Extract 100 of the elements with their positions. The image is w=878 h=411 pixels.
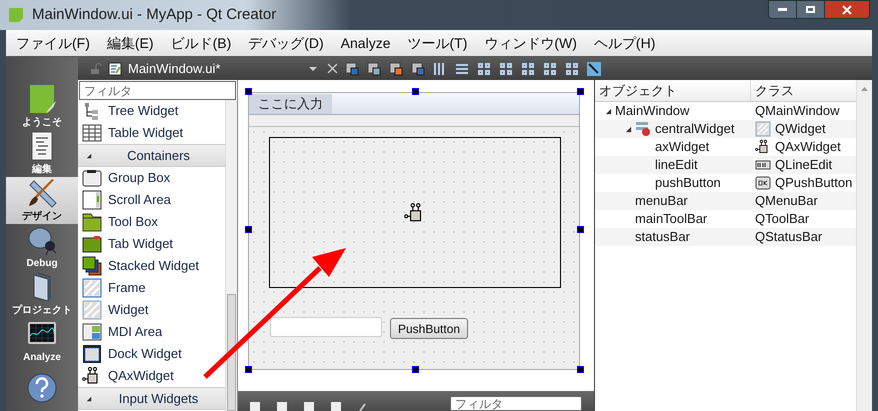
widget-list-item[interactable]: Group Box (78, 167, 225, 189)
widget-list-item[interactable]: Stacked Widget (78, 255, 225, 277)
layout-tool-icon[interactable] (388, 60, 404, 76)
maximize-button[interactable] (797, 0, 824, 19)
widget-list-item[interactable]: Dock Widget (78, 343, 225, 365)
stacked-pages-icon (82, 256, 102, 276)
menu-item[interactable]: ファイル(F) (16, 32, 90, 54)
menu-item[interactable]: 編集(E) (106, 32, 154, 54)
minimize-button[interactable] (768, 0, 797, 19)
menu-item[interactable]: Analyze (340, 32, 390, 54)
class-name: QPushButton (775, 174, 852, 192)
widget-list-item[interactable]: Table Widget (78, 122, 225, 144)
widget-list-item[interactable]: Tool Box (78, 211, 225, 233)
column-header[interactable]: クラス (751, 80, 856, 101)
layout-tool-icon[interactable] (564, 60, 580, 76)
selection-handle[interactable] (577, 226, 584, 233)
open-file-name[interactable]: MainWindow.ui* (128, 58, 303, 78)
scroll-thumb[interactable] (227, 294, 236, 411)
selection-handle[interactable] (412, 366, 419, 373)
document-icon[interactable] (302, 401, 316, 411)
line-edit-field[interactable] (270, 317, 382, 337)
form-menu-item[interactable]: ここに入力 (249, 94, 332, 114)
mode-tab[interactable]: ようこそ (6, 83, 78, 130)
expanded-triangle-icon (86, 152, 92, 158)
mode-tab[interactable]: Debug (6, 224, 78, 271)
document-icon[interactable] (329, 401, 343, 411)
expanded-triangle-icon (86, 396, 92, 402)
document-icon[interactable] (275, 401, 289, 411)
selection-handle[interactable] (245, 226, 252, 233)
selection-handle[interactable] (245, 366, 252, 373)
tab-folder-icon (82, 234, 102, 254)
close-icon (842, 4, 852, 14)
object-name[interactable]: mainToolBar (635, 209, 708, 229)
widget-list-item[interactable]: Widget (78, 299, 225, 321)
layout-tool-icon[interactable] (520, 60, 536, 76)
widget-list-item[interactable]: Tab Widget (78, 233, 225, 255)
class-name: QLineEdit (775, 156, 832, 174)
filter-field[interactable]: フィルタ (79, 81, 236, 100)
ok-button-icon (755, 175, 771, 191)
object-name[interactable]: centralWidget (655, 119, 734, 139)
expanded-triangle-icon[interactable] (604, 108, 612, 114)
folder-tabs-icon (82, 212, 102, 232)
category-header[interactable]: Containers (78, 144, 225, 167)
form-window[interactable]: ここに入力 PushButton (248, 92, 580, 370)
layout-tool-icon[interactable] (366, 60, 382, 76)
widget-list-item[interactable]: MDI Area (78, 321, 225, 343)
widget-list-item[interactable]: Frame (78, 277, 225, 299)
hatched-frame-icon (82, 300, 102, 320)
object-name[interactable]: menuBar (635, 191, 688, 211)
object-name[interactable]: lineEdit (655, 155, 698, 175)
menu-item[interactable]: ヘルプ(H) (594, 32, 656, 54)
hatched-frame-icon (82, 278, 102, 298)
mode-label: ようこそ (22, 116, 62, 130)
menu-item[interactable]: ウィンドウ(W) (484, 32, 577, 54)
selection-handle[interactable] (577, 366, 584, 373)
push-button[interactable]: PushButton (390, 318, 468, 339)
mode-label: プロジェクト (12, 303, 72, 318)
brush-ruler-icon (26, 177, 58, 209)
column-header[interactable]: オブジェクト (595, 80, 751, 101)
table-grid-icon (82, 123, 102, 143)
layout-tool-icon[interactable] (542, 60, 558, 76)
menu-item[interactable]: ビルド(B) (170, 32, 232, 54)
group-box-icon (82, 168, 102, 188)
layout-tool-icon[interactable] (410, 60, 426, 76)
document-icon[interactable] (248, 401, 262, 411)
close-button[interactable] (824, 0, 870, 19)
widget-list-item[interactable]: QAxWidget (78, 365, 225, 387)
mode-tab[interactable]: Analyze (6, 318, 78, 365)
activex-frame[interactable] (269, 137, 561, 288)
selection-handle[interactable] (577, 88, 584, 95)
menu-item[interactable]: ツール(T) (407, 32, 468, 54)
widget-list-item[interactable]: Tree Widget (78, 100, 225, 122)
adjust-size-icon[interactable] (586, 60, 602, 76)
layout-tool-icon[interactable] (498, 60, 514, 76)
filter-field[interactable]: フィルタ (450, 396, 582, 411)
class-name: QWidget (775, 120, 826, 138)
category-header[interactable]: Input Widgets (78, 387, 225, 410)
class-name: QToolBar (755, 210, 810, 228)
object-name[interactable]: pushButton (655, 173, 721, 193)
object-name[interactable]: MainWindow (615, 101, 690, 121)
widget-list-item[interactable]: Scroll Area (78, 189, 225, 211)
menu-item[interactable]: デバッグ(D) (248, 32, 324, 54)
close-icon[interactable] (327, 63, 338, 74)
expanded-triangle-icon[interactable] (624, 126, 632, 132)
object-name[interactable]: axWidget (655, 137, 710, 157)
layout-tool-icon[interactable] (476, 60, 492, 76)
form-file-icon (108, 62, 122, 76)
dropdown-caret-icon[interactable] (309, 64, 317, 72)
selection-handle[interactable] (245, 88, 252, 95)
mode-tab[interactable]: プロジェクト (6, 271, 78, 318)
mode-label: Debug (26, 257, 58, 271)
dock-window-icon (82, 344, 102, 364)
object-name[interactable]: statusBar (635, 227, 690, 247)
help-icon (26, 372, 58, 404)
mode-tab[interactable]: 編集 (6, 130, 78, 177)
selection-handle[interactable] (412, 88, 419, 95)
class-name: QMenuBar (755, 192, 818, 210)
mode-tab[interactable]: デザイン (6, 177, 78, 224)
layout-tool-icon[interactable] (344, 60, 360, 76)
window-title: MainWindow.ui - MyApp - Qt Creator (32, 4, 276, 25)
